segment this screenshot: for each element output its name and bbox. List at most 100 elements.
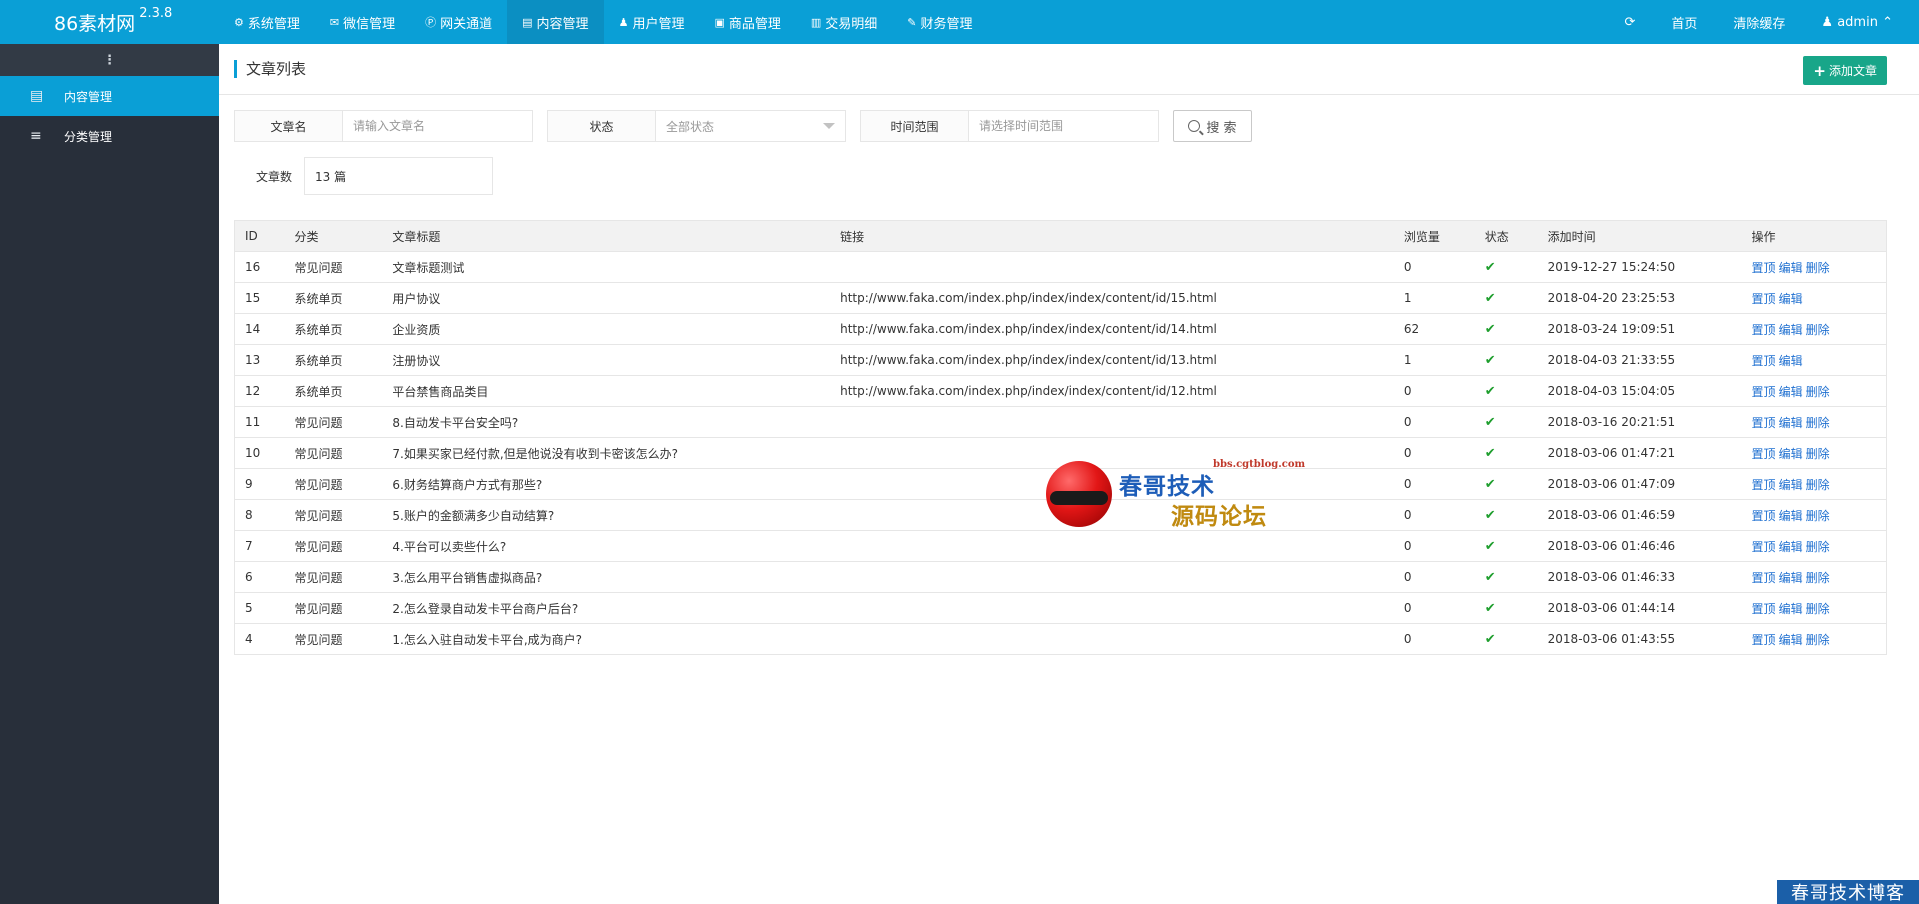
cell-views: 0 xyxy=(1393,530,1475,562)
edit-link[interactable]: 编辑 xyxy=(1779,602,1803,616)
cell-id: 8 xyxy=(234,499,285,531)
topnav-item-label: 交易明细 xyxy=(825,16,878,32)
edit-link[interactable]: 编辑 xyxy=(1779,323,1803,337)
cell-time: 2018-04-03 15:04:05 xyxy=(1537,375,1742,407)
pin-link[interactable]: 置顶 xyxy=(1752,385,1776,399)
pin-link[interactable]: 置顶 xyxy=(1752,416,1776,430)
topnav-item-1[interactable]: ✉ 微信管理 xyxy=(315,0,410,44)
delete-link[interactable]: 删除 xyxy=(1806,602,1830,616)
check-icon: ✔ xyxy=(1484,383,1496,399)
pin-link[interactable]: 置顶 xyxy=(1752,540,1776,554)
topnav-item-label: 内容管理 xyxy=(536,16,589,32)
table-row: 13 系统单页 注册协议 http://www.faka.com/index.php/… xyxy=(234,344,1887,376)
cell-title: 4.平台可以卖些什么? xyxy=(382,530,831,562)
delete-link[interactable]: 删除 xyxy=(1806,478,1830,492)
topnav-item-4[interactable]: ♟ 用户管理 xyxy=(604,0,700,44)
cell-views: 0 xyxy=(1393,499,1475,531)
cell-status: ✔ xyxy=(1474,468,1538,500)
delete-link[interactable]: 删除 xyxy=(1806,509,1830,523)
sidebar-item-0[interactable]: ▤ 内容管理 xyxy=(0,76,219,116)
topnav-item-label: 用户管理 xyxy=(632,16,685,32)
cell-time: 2018-03-16 20:21:51 xyxy=(1537,406,1742,438)
pin-link[interactable]: 置顶 xyxy=(1752,261,1776,275)
cell-category: 常见问题 xyxy=(284,530,383,562)
column-header: ID xyxy=(234,220,285,252)
topnav-item-6[interactable]: ▥ 交易明细 xyxy=(796,0,892,44)
edit-link[interactable]: 编辑 xyxy=(1779,385,1803,399)
edit-link[interactable]: 编辑 xyxy=(1779,540,1803,554)
cell-views: 1 xyxy=(1393,282,1475,314)
cell-actions: 置顶 编辑 删除 xyxy=(1741,437,1887,469)
delete-link[interactable]: 删除 xyxy=(1806,540,1830,554)
pin-link[interactable]: 置顶 xyxy=(1752,633,1776,647)
pin-link[interactable]: 置顶 xyxy=(1752,447,1776,461)
edit-link[interactable]: 编辑 xyxy=(1779,447,1803,461)
delete-link[interactable]: 删除 xyxy=(1806,385,1830,399)
cell-category: 系统单页 xyxy=(284,282,383,314)
topnav-item-7[interactable]: ✎ 财务管理 xyxy=(892,0,987,44)
cell-views: 0 xyxy=(1393,406,1475,438)
edit-link[interactable]: 编辑 xyxy=(1779,261,1803,275)
cell-time: 2018-03-06 01:46:59 xyxy=(1537,499,1742,531)
sidebar-item-1[interactable]: ≡ 分类管理 xyxy=(0,116,219,156)
cell-link xyxy=(830,406,1394,438)
pin-link[interactable]: 置顶 xyxy=(1752,509,1776,523)
search-button[interactable]: 搜 索 xyxy=(1173,110,1252,142)
topnav-item-5[interactable]: ▣ 商品管理 xyxy=(699,0,795,44)
topnav-item-0[interactable]: ⚙ 系统管理 xyxy=(219,0,315,44)
cell-title: 企业资质 xyxy=(382,313,831,345)
column-header: 添加时间 xyxy=(1537,220,1742,252)
cell-id: 9 xyxy=(234,468,285,500)
table-row: 11 常见问题 8.自动发卡平台安全吗? 0 ✔ 2018-03-16 20:21:51 置… xyxy=(234,406,1887,438)
delete-link[interactable]: 删除 xyxy=(1806,447,1830,461)
delete-link[interactable]: 删除 xyxy=(1806,416,1830,430)
edit-link[interactable]: 编辑 xyxy=(1779,478,1803,492)
cell-id: 11 xyxy=(234,406,285,438)
status-select[interactable]: 全部状态 xyxy=(656,111,845,141)
edit-link[interactable]: 编辑 xyxy=(1779,633,1803,647)
sidebar-toggle-icon[interactable]: ⋮ xyxy=(0,44,219,76)
delete-link[interactable]: 删除 xyxy=(1806,261,1830,275)
watermark-title: 春哥技术 xyxy=(1119,473,1215,500)
cell-time: 2019-12-27 15:24:50 xyxy=(1537,251,1742,283)
pin-link[interactable]: 置顶 xyxy=(1752,602,1776,616)
refresh-icon[interactable]: ⟳ xyxy=(1606,15,1653,30)
page-header: 文章列表 xyxy=(219,44,1919,95)
pin-link[interactable]: 置顶 xyxy=(1752,571,1776,585)
user-menu[interactable]: ♟ admin ⌃ xyxy=(1803,15,1911,30)
edit-link[interactable]: 编辑 xyxy=(1779,354,1803,368)
check-icon: ✔ xyxy=(1484,538,1496,554)
brand-version: 2.3.8 xyxy=(139,6,173,21)
cell-views: 0 xyxy=(1393,468,1475,500)
cell-id: 7 xyxy=(234,530,285,562)
pin-link[interactable]: 置顶 xyxy=(1752,292,1776,306)
edit-link[interactable]: 编辑 xyxy=(1779,509,1803,523)
cell-link xyxy=(830,561,1394,593)
clear-cache-link[interactable]: 清除缓存 xyxy=(1715,13,1803,32)
home-link[interactable]: 首页 xyxy=(1653,13,1715,32)
time-range-input[interactable] xyxy=(969,111,1158,141)
delete-link[interactable]: 删除 xyxy=(1806,571,1830,585)
topnav-item-3[interactable]: ▤ 内容管理 xyxy=(507,0,604,44)
pin-link[interactable]: 置顶 xyxy=(1752,478,1776,492)
delete-link[interactable]: 删除 xyxy=(1806,323,1830,337)
edit-link[interactable]: 编辑 xyxy=(1779,292,1803,306)
time-filter: 时间范围 xyxy=(860,110,1159,142)
brand-logo[interactable]: 86素材网 2.3.8 xyxy=(0,0,219,44)
delete-link[interactable]: 删除 xyxy=(1806,633,1830,647)
pin-link[interactable]: 置顶 xyxy=(1752,323,1776,337)
column-header: 链接 xyxy=(830,220,1394,252)
cell-status: ✔ xyxy=(1474,592,1538,624)
cell-link: http://www.faka.com/index.php/index/inde… xyxy=(830,313,1394,345)
pin-link[interactable]: 置顶 xyxy=(1752,354,1776,368)
cell-title: 用户协议 xyxy=(382,282,831,314)
article-name-input[interactable] xyxy=(343,111,532,141)
topnav-item-2[interactable]: Ⓟ 网关通道 xyxy=(410,0,507,44)
edit-link[interactable]: 编辑 xyxy=(1779,571,1803,585)
cell-actions: 置顶 编辑 删除 xyxy=(1741,561,1887,593)
wechat-icon: ✉ xyxy=(329,15,340,29)
edit-link[interactable]: 编辑 xyxy=(1779,416,1803,430)
cell-views: 0 xyxy=(1393,623,1475,655)
topnav-item-label: 商品管理 xyxy=(728,16,781,32)
add-article-button[interactable]: + 添加文章 xyxy=(1803,56,1887,85)
